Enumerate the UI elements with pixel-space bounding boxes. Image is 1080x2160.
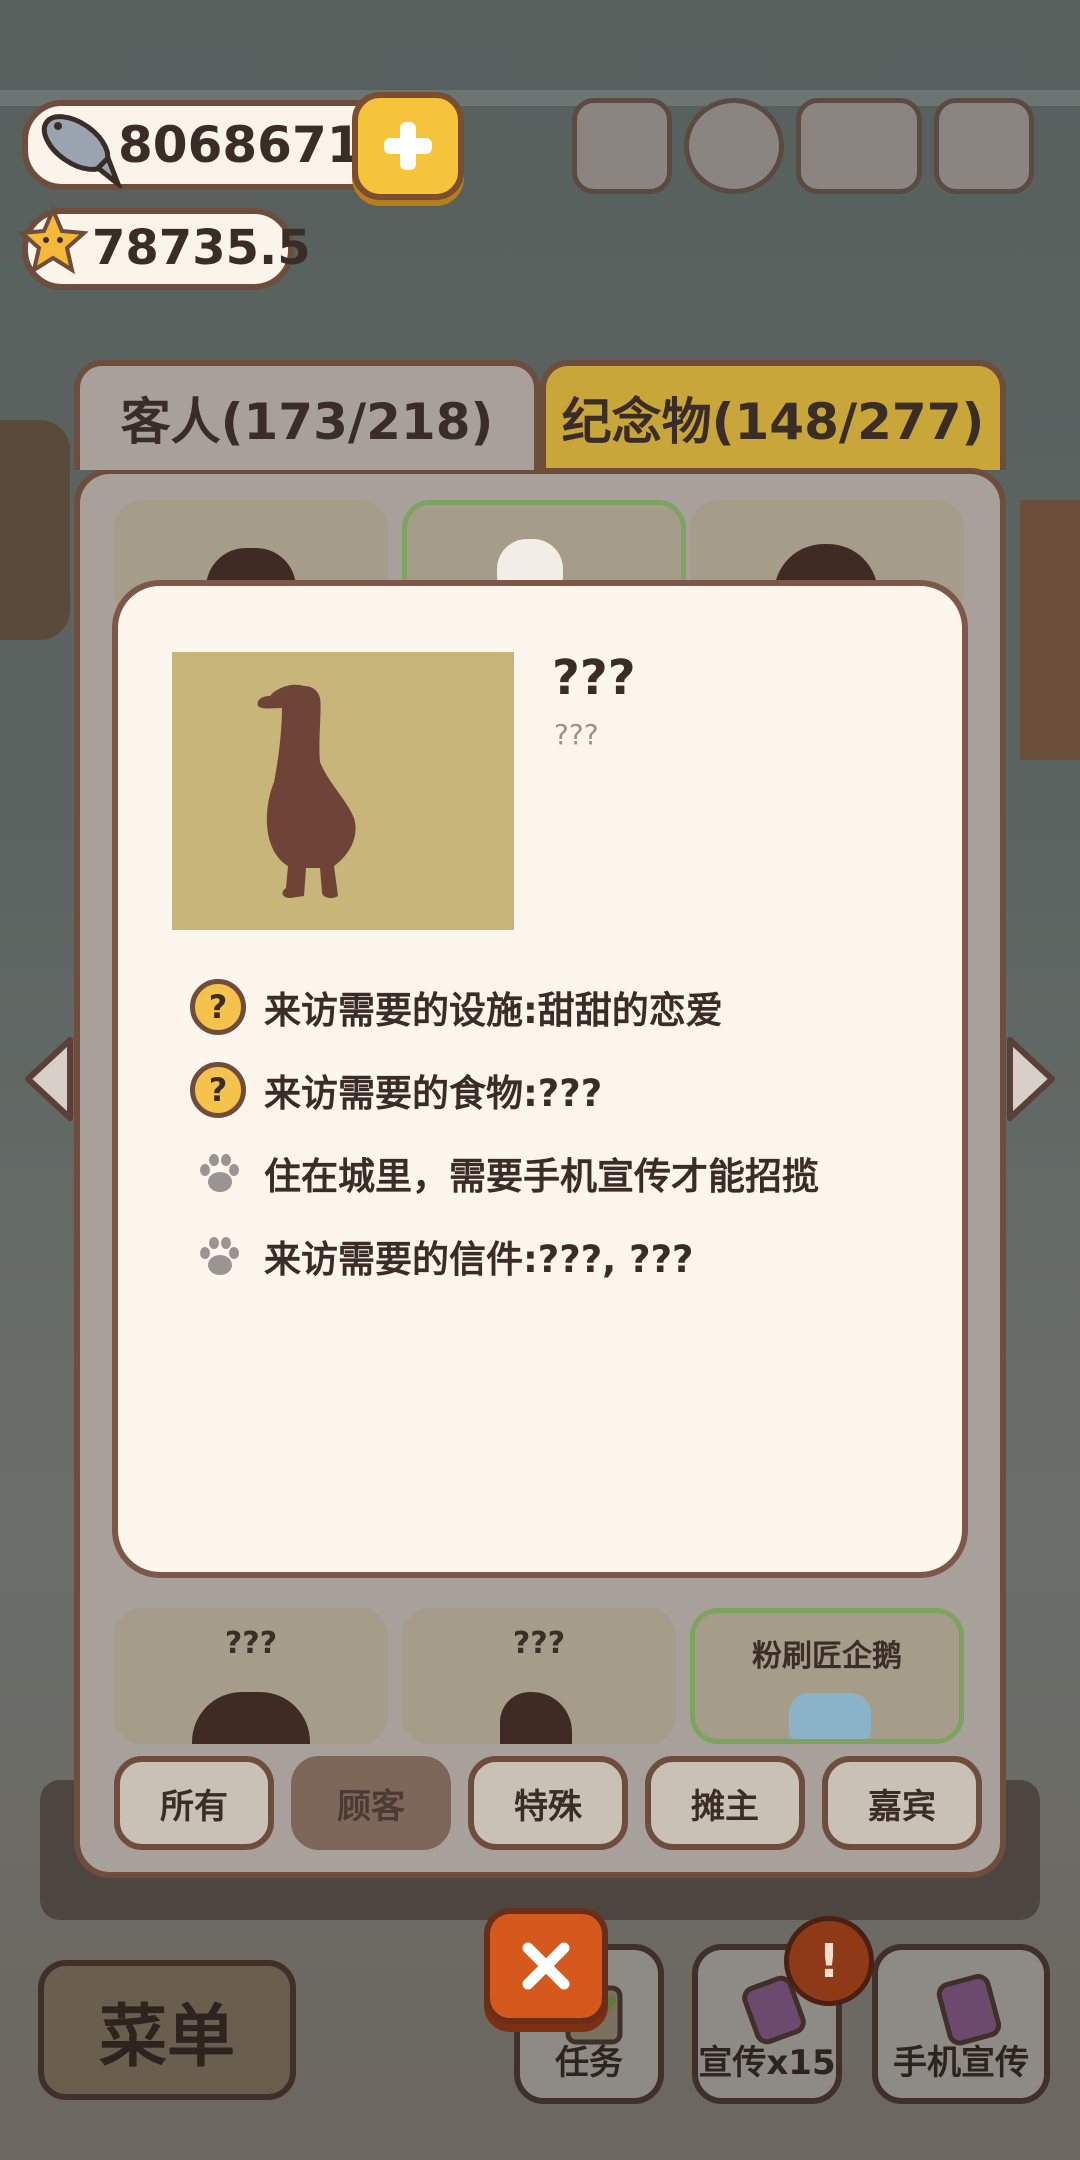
ranking-icon[interactable]	[572, 98, 672, 194]
guest-card[interactable]: ???	[402, 1608, 676, 1744]
menu-button[interactable]: 菜单	[38, 1960, 296, 2100]
filter-vip-button[interactable]: 嘉宾	[822, 1756, 982, 1850]
prev-arrow-icon[interactable]	[20, 1034, 74, 1124]
next-arrow-icon[interactable]	[1006, 1034, 1060, 1124]
requirement-food: ? 来访需要的食物:???	[190, 1059, 602, 1121]
tab-souvenirs[interactable]: 纪念物(148/277)	[540, 360, 1006, 470]
settings-gear-icon[interactable]	[684, 98, 784, 194]
menu-label: 菜单	[98, 1997, 235, 2077]
guest-name: ???	[552, 650, 636, 706]
fish-count: 8068671	[118, 116, 362, 174]
phone-promo-label: 手机宣传	[893, 2043, 1029, 2083]
requirement-phone-promo: 住在城里，需要手机宣传才能招揽	[190, 1142, 819, 1204]
guestbook-icon[interactable]	[796, 98, 922, 194]
plus-icon	[384, 122, 432, 170]
tasks-label: 任务	[555, 2043, 623, 2083]
paw-icon	[190, 1228, 246, 1284]
question-icon: ?	[190, 1062, 246, 1118]
guest-card-name: ???	[224, 1626, 278, 1661]
star-rating: 78735.5	[18, 206, 311, 290]
guest-subtitle: ???	[554, 718, 599, 751]
filter-vendor-button[interactable]: 摊主	[645, 1756, 805, 1850]
guest-portrait	[172, 652, 514, 930]
guest-card[interactable]: ???	[114, 1608, 388, 1744]
guest-card-name: ???	[512, 1626, 566, 1661]
filter-all-button[interactable]: 所有	[114, 1756, 274, 1850]
alert-badge: !	[784, 1916, 874, 2006]
goose-silhouette-icon	[257, 684, 356, 899]
filter-special-button[interactable]: 特殊	[468, 1756, 628, 1850]
counter-left	[0, 420, 70, 640]
guest-card[interactable]: 粉刷匠企鹅	[690, 1608, 964, 1744]
filter-customer-button[interactable]: 顾客	[291, 1756, 451, 1850]
counter-right	[1020, 500, 1080, 760]
add-fish-button[interactable]	[352, 92, 464, 200]
star-icon	[18, 206, 88, 275]
guest-detail-modal: ??? ??? ? 来访需要的设施:甜甜的恋爱 ? 来访需要的食物:??? 住在…	[112, 580, 968, 1578]
star-count: 78735.5	[92, 220, 311, 276]
guest-silhouette	[500, 1692, 572, 1744]
paw-icon	[190, 1145, 246, 1201]
guest-card-name: 粉刷匠企鹅	[752, 1639, 902, 1674]
promo-x15-label: 宣传x15	[698, 2043, 836, 2083]
requirement-facility: ? 来访需要的设施:甜甜的恋爱	[190, 976, 723, 1038]
fish-icon	[41, 114, 123, 188]
question-icon: ?	[190, 979, 246, 1035]
close-icon	[522, 1942, 570, 1990]
close-button[interactable]	[484, 1908, 608, 2024]
painter-hat-icon	[789, 1693, 871, 1739]
guest-silhouette	[192, 1692, 310, 1744]
camera-icon[interactable]	[934, 98, 1034, 194]
requirement-letters: 来访需要的信件:???, ???	[190, 1225, 694, 1287]
phone-promo-button[interactable]: 手机宣传	[872, 1944, 1050, 2104]
tab-guests[interactable]: 客人(173/218)	[74, 360, 540, 470]
